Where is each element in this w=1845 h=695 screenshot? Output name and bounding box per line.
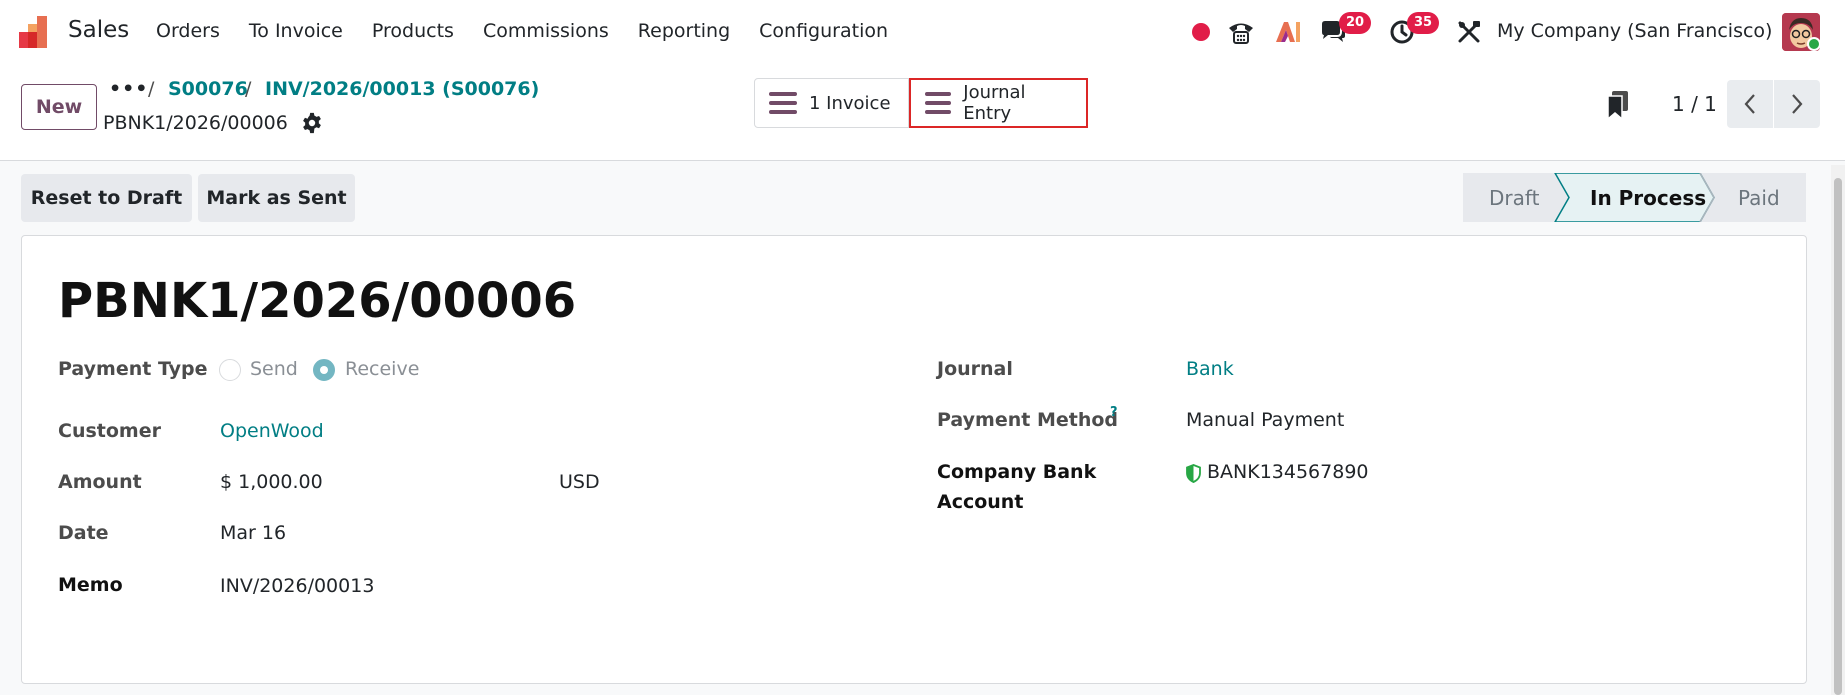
stage-in-process[interactable]: In Process <box>1590 173 1706 222</box>
shield-check-icon <box>1186 464 1201 483</box>
reset-to-draft-button[interactable]: Reset to Draft <box>21 174 192 222</box>
memo-field[interactable]: INV/2026/00013 <box>220 575 374 597</box>
chevron-left-icon <box>1744 94 1755 114</box>
breadcrumb-more-button[interactable]: ••• <box>109 78 148 100</box>
payment-method-help-tooltip[interactable]: ? <box>1110 405 1118 420</box>
company-switcher[interactable]: My Company (San Francisco) <box>1497 20 1772 42</box>
company-bank-account-label-line1: Company Bank <box>937 461 1097 483</box>
bookmark-icon[interactable] <box>1606 90 1630 120</box>
activities-count-badge: 35 <box>1407 12 1440 34</box>
company-bank-account-label-line2: Account <box>937 491 1024 513</box>
debug-tools-icon[interactable] <box>1455 0 1483 64</box>
date-field[interactable]: Mar 16 <box>220 522 286 544</box>
mark-as-sent-button[interactable]: Mark as Sent <box>198 174 355 222</box>
payment-method-label: Payment Method <box>937 409 1119 431</box>
app-name[interactable]: Sales <box>68 17 129 43</box>
gear-icon[interactable] <box>301 112 323 134</box>
breadcrumb-separator: / <box>245 78 252 100</box>
payment-method-field[interactable]: Manual Payment <box>1186 409 1344 431</box>
status-bar: Draft In Process Paid <box>1463 173 1806 222</box>
pager-value[interactable]: 1 / 1 <box>1672 92 1717 116</box>
payment-type-send-radio[interactable] <box>219 359 241 381</box>
scrollbar-thumb[interactable] <box>1834 178 1842 695</box>
record-name: PBNK1/2026/00006 <box>103 112 288 134</box>
journal-field[interactable]: Bank <box>1186 358 1234 380</box>
stage-draft[interactable]: Draft <box>1489 173 1539 222</box>
payment-title: PBNK1/2026/00006 <box>58 273 577 329</box>
pager-previous-button[interactable] <box>1727 80 1773 128</box>
breadcrumb-separator: / <box>148 78 155 100</box>
main-menu: Orders To Invoice Products Commissions R… <box>156 20 917 42</box>
payment-type-label: Payment Type <box>58 358 208 380</box>
sales-app-icon[interactable] <box>19 14 53 48</box>
breadcrumb-sale-order[interactable]: S00076 <box>168 78 248 100</box>
recording-indicator-icon[interactable] <box>1190 0 1212 64</box>
online-status-indicator <box>1807 37 1821 51</box>
menu-to-invoice[interactable]: To Invoice <box>249 20 343 42</box>
messages-count-badge: 20 <box>1339 12 1372 34</box>
payment-type-receive-label[interactable]: Receive <box>345 358 419 380</box>
amount-field[interactable]: $ 1,000.00 <box>220 471 323 493</box>
ai-icon[interactable] <box>1274 0 1302 64</box>
journal-entry-smart-button[interactable]: Journal Entry <box>909 78 1088 128</box>
menu-configuration[interactable]: Configuration <box>759 20 888 42</box>
pager-next-button[interactable] <box>1774 80 1820 128</box>
top-navbar: Sales Orders To Invoice Products Commiss… <box>0 0 1845 64</box>
smart-buttons: 1 Invoice Journal Entry <box>754 78 1088 128</box>
journal-entry-smart-button-label: Journal Entry <box>963 82 1026 124</box>
invoice-smart-button-label: 1 Invoice <box>809 92 891 114</box>
company-bank-account-field[interactable]: BANK134567890 <box>1207 461 1369 483</box>
stage-paid[interactable]: Paid <box>1738 173 1780 222</box>
phone-icon[interactable] <box>1226 0 1256 64</box>
breadcrumb-invoice[interactable]: INV/2026/00013 (S00076) <box>265 78 539 100</box>
payment-type-send-label[interactable]: Send <box>250 358 298 380</box>
customer-label: Customer <box>58 420 161 442</box>
payment-type-receive-radio[interactable] <box>313 359 335 381</box>
control-panel: New ••• / S00076 / INV/2026/00013 (S0007… <box>0 64 1845 161</box>
journal-label: Journal <box>937 358 1013 380</box>
menu-commissions[interactable]: Commissions <box>483 20 609 42</box>
list-icon <box>769 92 797 114</box>
amount-label: Amount <box>58 471 142 493</box>
currency-field[interactable]: USD <box>559 471 600 493</box>
new-button[interactable]: New <box>21 84 97 130</box>
chevron-right-icon <box>1792 94 1803 114</box>
memo-label: Memo <box>58 574 123 596</box>
invoice-smart-button[interactable]: 1 Invoice <box>754 78 909 128</box>
menu-orders[interactable]: Orders <box>156 20 220 42</box>
menu-products[interactable]: Products <box>372 20 454 42</box>
customer-field[interactable]: OpenWood <box>220 420 324 442</box>
date-label: Date <box>58 522 109 544</box>
list-icon <box>925 92 952 114</box>
menu-reporting[interactable]: Reporting <box>638 20 730 42</box>
